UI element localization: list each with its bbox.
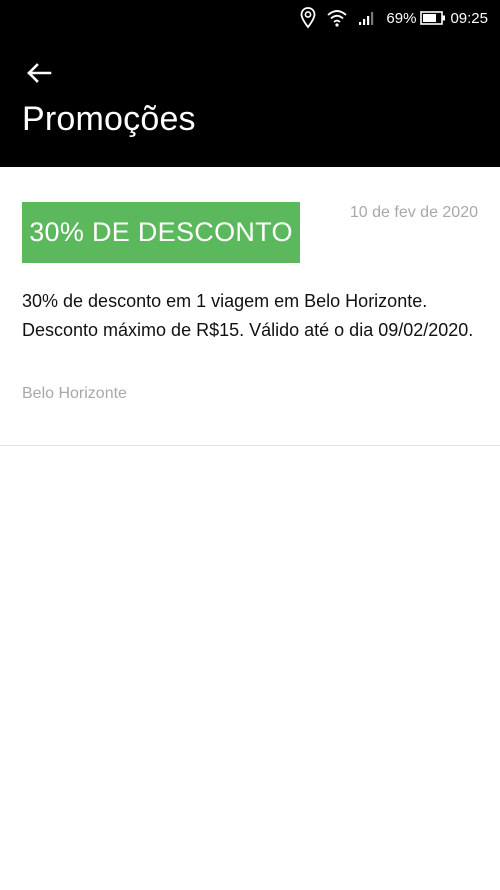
promo-city: Belo Horizonte xyxy=(22,385,127,402)
promo-description: 30% de desconto em 1 viagem em Belo Hori… xyxy=(22,291,474,340)
battery-icon xyxy=(420,11,446,25)
promo-card[interactable]: 30% DE DESCONTO 10 de fev de 2020 30% de… xyxy=(0,167,500,446)
battery-percent: 69% xyxy=(386,9,417,27)
promo-date: 10 de fev de 2020 xyxy=(349,204,478,221)
app-header: Promoções xyxy=(0,36,500,167)
signal-icon xyxy=(358,10,376,26)
status-bar: 69% 09:25 xyxy=(0,0,500,36)
location-icon xyxy=(300,7,316,29)
wifi-icon xyxy=(326,8,348,28)
arrow-left-icon xyxy=(27,63,52,83)
back-button[interactable] xyxy=(22,58,56,88)
promo-badge: 30% DE DESCONTO xyxy=(22,202,300,263)
page-title: Promoções xyxy=(22,100,196,138)
screen: 69% 09:25 Promoções 30% DE DESCONTO 10 d… xyxy=(0,0,500,890)
clock: 09:25 xyxy=(450,9,488,27)
